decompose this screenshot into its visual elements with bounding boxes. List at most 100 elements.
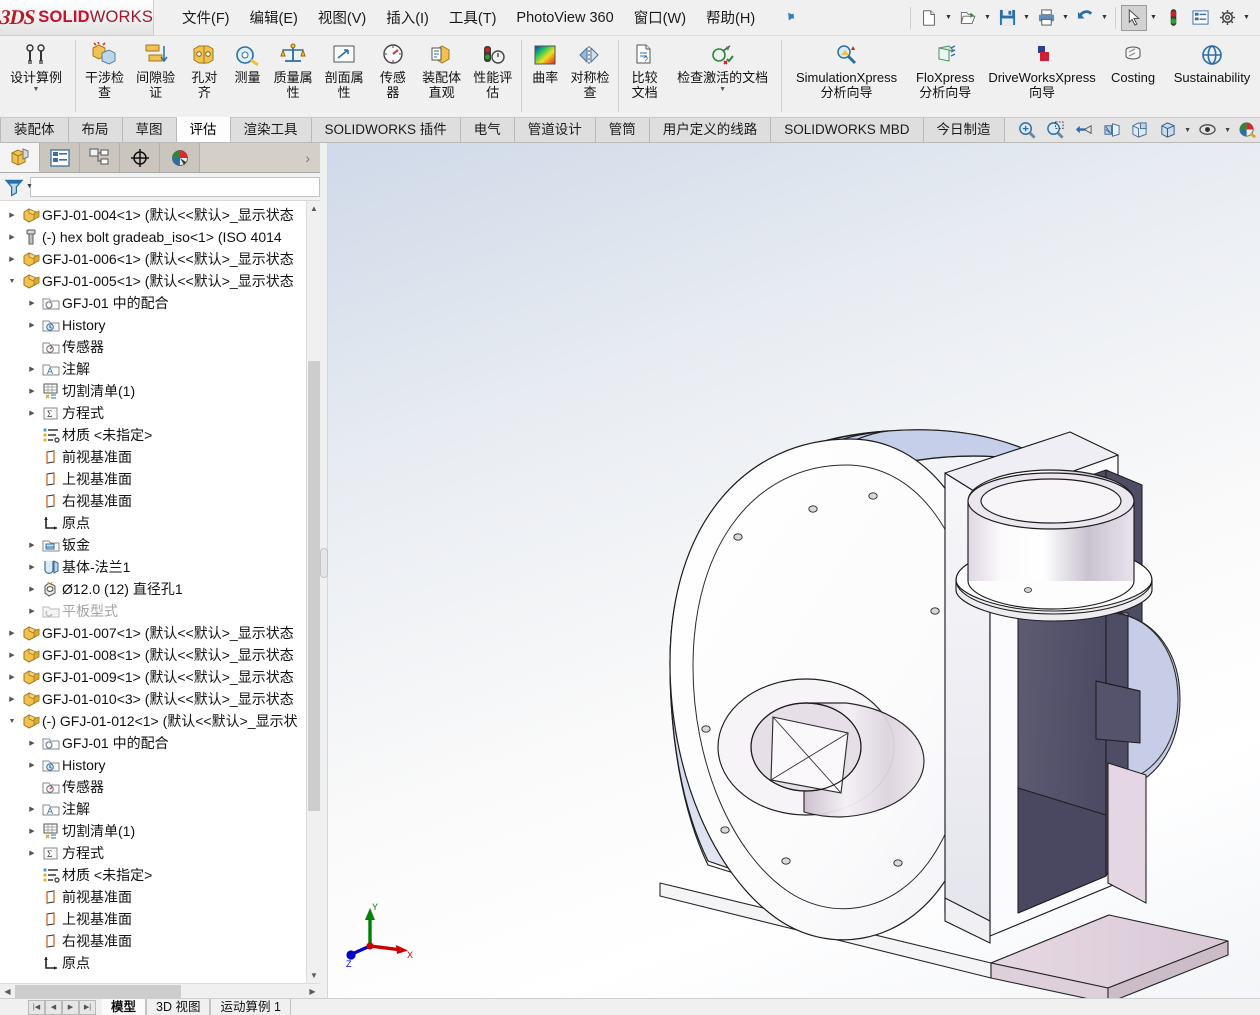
tree-node[interactable]: 右视基准面 — [0, 930, 306, 952]
menu-insert[interactable]: 插入(I) — [376, 3, 439, 32]
tree-node[interactable]: 上视基准面 — [0, 908, 306, 930]
tab-solidworks-addins[interactable]: SOLIDWORKS 插件 — [311, 118, 461, 142]
scroll-right-icon[interactable]: ▶ — [305, 984, 320, 999]
simulationxpress-button[interactable]: SimulationXpress 分析向导 — [785, 36, 909, 101]
tree-node[interactable]: History — [0, 754, 306, 776]
tree-node[interactable]: (-) GFJ-01-012<1> (默认<<默认>_显示状 — [0, 710, 306, 732]
tree-filter-input[interactable] — [30, 176, 320, 197]
tab-sketch[interactable]: 草图 — [122, 118, 177, 142]
tree-node[interactable]: 材质 <未指定> — [0, 424, 306, 446]
menu-edit[interactable]: 编辑(E) — [240, 3, 308, 32]
tree-twisty-closed-icon[interactable] — [24, 739, 40, 747]
select-cursor-icon[interactable] — [1121, 4, 1147, 31]
new-document-icon[interactable] — [916, 5, 942, 31]
tree-twisty-open-icon[interactable] — [4, 278, 20, 285]
tree-node[interactable]: GFJ-01-007<1> (默认<<默认>_显示状态 — [0, 622, 306, 644]
options-list-icon[interactable] — [1187, 5, 1213, 31]
print-icon[interactable] — [1033, 5, 1059, 31]
display-style-caret[interactable]: ▼ — [1183, 127, 1193, 134]
tree-twisty-closed-icon[interactable] — [4, 695, 20, 703]
tab-custom-routes[interactable]: 用户定义的线路 — [649, 118, 772, 142]
compare-documents-button[interactable]: ? 比较文档 — [622, 36, 668, 101]
next-page-icon[interactable]: ▶ — [62, 999, 79, 1015]
select-cursor-caret[interactable]: ▼ — [1148, 14, 1159, 21]
tree-twisty-closed-icon[interactable] — [4, 673, 20, 681]
splitter-grip[interactable] — [320, 548, 328, 578]
bottom-tab-model[interactable]: 模型 — [102, 999, 147, 1015]
mass-properties-button[interactable]: 质量属性 — [268, 36, 319, 101]
tree-node[interactable]: GFJ-01-008<1> (默认<<默认>_显示状态 — [0, 644, 306, 666]
tree-twisty-open-icon[interactable] — [4, 718, 20, 725]
tab-render-tools[interactable]: 渲染工具 — [230, 118, 312, 142]
symmetry-check-button[interactable]: 对称检查 — [565, 36, 614, 101]
measure-button[interactable]: 测量 — [228, 36, 268, 86]
model-3d-view[interactable] — [328, 143, 1260, 998]
tree-node[interactable]: 传感器 — [0, 776, 306, 798]
curvature-button[interactable]: 曲率 — [525, 36, 565, 86]
hide-show-items-icon[interactable] — [1195, 118, 1221, 142]
tree-twisty-closed-icon[interactable] — [24, 299, 40, 307]
tree-twisty-closed-icon[interactable] — [4, 629, 20, 637]
tree-node[interactable]: GFJ-01 中的配合 — [0, 732, 306, 754]
scroll-up-icon[interactable]: ▲ — [307, 201, 320, 216]
display-manager-tab[interactable] — [160, 143, 200, 172]
tree-node[interactable]: GFJ-01-009<1> (默认<<默认>_显示状态 — [0, 666, 306, 688]
tree-node[interactable]: GFJ-01-006<1> (默认<<默认>_显示状态 — [0, 248, 306, 270]
tree-twisty-closed-icon[interactable] — [24, 607, 40, 615]
feature-tree-vertical-scrollbar[interactable]: ▲ ▼ — [306, 201, 320, 983]
tab-electrical[interactable]: 电气 — [460, 118, 515, 142]
panel-splitter[interactable] — [320, 143, 328, 998]
tree-twisty-closed-icon[interactable] — [24, 409, 40, 417]
tree-twisty-closed-icon[interactable] — [24, 761, 40, 769]
property-manager-tab[interactable] — [40, 143, 80, 172]
last-page-icon[interactable]: ▶| — [79, 999, 96, 1015]
first-page-icon[interactable]: |◀ — [28, 999, 45, 1015]
pin-icon[interactable] — [775, 5, 799, 29]
tree-twisty-closed-icon[interactable] — [24, 541, 40, 549]
tree-node[interactable]: 传感器 — [0, 336, 306, 358]
tree-twisty-closed-icon[interactable] — [4, 211, 20, 219]
feature-tree-horizontal-scrollbar[interactable]: ◀ ▶ — [0, 983, 320, 998]
tree-node[interactable]: A 注解 — [0, 358, 306, 380]
vertical-scroll-thumb[interactable] — [308, 361, 320, 811]
tree-twisty-closed-icon[interactable] — [24, 827, 40, 835]
settings-gear-icon[interactable] — [1214, 5, 1240, 31]
costing-button[interactable]: Costing — [1102, 36, 1164, 86]
tab-piping-design[interactable]: 管道设计 — [514, 118, 596, 142]
undo-icon[interactable] — [1072, 5, 1098, 31]
tab-manufacturing-today[interactable]: 今日制造 — [923, 118, 1005, 142]
tree-twisty-closed-icon[interactable] — [24, 849, 40, 857]
floxpress-button[interactable]: FloXpress 分析向导 — [909, 36, 982, 101]
tree-twisty-closed-icon[interactable] — [24, 365, 40, 373]
tab-evaluate[interactable]: 评估 — [176, 117, 231, 142]
tree-node[interactable]: 前视基准面 — [0, 886, 306, 908]
tab-assembly[interactable]: 装配体 — [0, 118, 69, 142]
menu-file[interactable]: 文件(F) — [172, 3, 240, 32]
settings-gear-caret[interactable]: ▼ — [1241, 14, 1252, 21]
tree-twisty-closed-icon[interactable] — [24, 321, 40, 329]
tree-twisty-closed-icon[interactable] — [24, 387, 40, 395]
configuration-manager-tab[interactable] — [80, 143, 120, 172]
assembly-visualization-button[interactable]: 装配体直观 — [416, 36, 467, 101]
tree-node[interactable]: 原点 — [0, 952, 306, 974]
tree-node[interactable]: 切割清单(1) — [0, 820, 306, 842]
graphics-viewport[interactable]: Y X Z — [328, 143, 1260, 998]
bottom-tab-motion-study[interactable]: 运动算例 1 — [210, 999, 291, 1015]
undo-caret[interactable]: ▼ — [1099, 14, 1110, 21]
zoom-area-icon[interactable] — [1043, 118, 1069, 142]
tree-node[interactable]: GFJ-01 中的配合 — [0, 292, 306, 314]
tree-node[interactable]: Σ 方程式 — [0, 402, 306, 424]
previous-view-icon[interactable] — [1071, 118, 1097, 142]
driveworksxpress-button[interactable]: DriveWorksXpress 向导 — [982, 36, 1102, 101]
design-study-button[interactable]: 设计算例 ▼ — [0, 36, 72, 94]
tree-node[interactable]: GFJ-01-010<3> (默认<<默认>_显示状态 — [0, 688, 306, 710]
design-study-caret[interactable]: ▼ — [33, 86, 40, 93]
clearance-verification-button[interactable]: 间隙验证 — [130, 36, 181, 101]
menu-photoview[interactable]: PhotoView 360 — [506, 6, 623, 30]
scroll-down-icon[interactable]: ▼ — [307, 968, 320, 983]
scroll-left-icon[interactable]: ◀ — [0, 984, 15, 999]
check-active-document-caret[interactable]: ▼ — [719, 86, 726, 93]
tree-node[interactable]: History — [0, 314, 306, 336]
menu-window[interactable]: 窗口(W) — [624, 3, 696, 32]
interference-detection-button[interactable]: 干涉检查 — [79, 36, 130, 101]
